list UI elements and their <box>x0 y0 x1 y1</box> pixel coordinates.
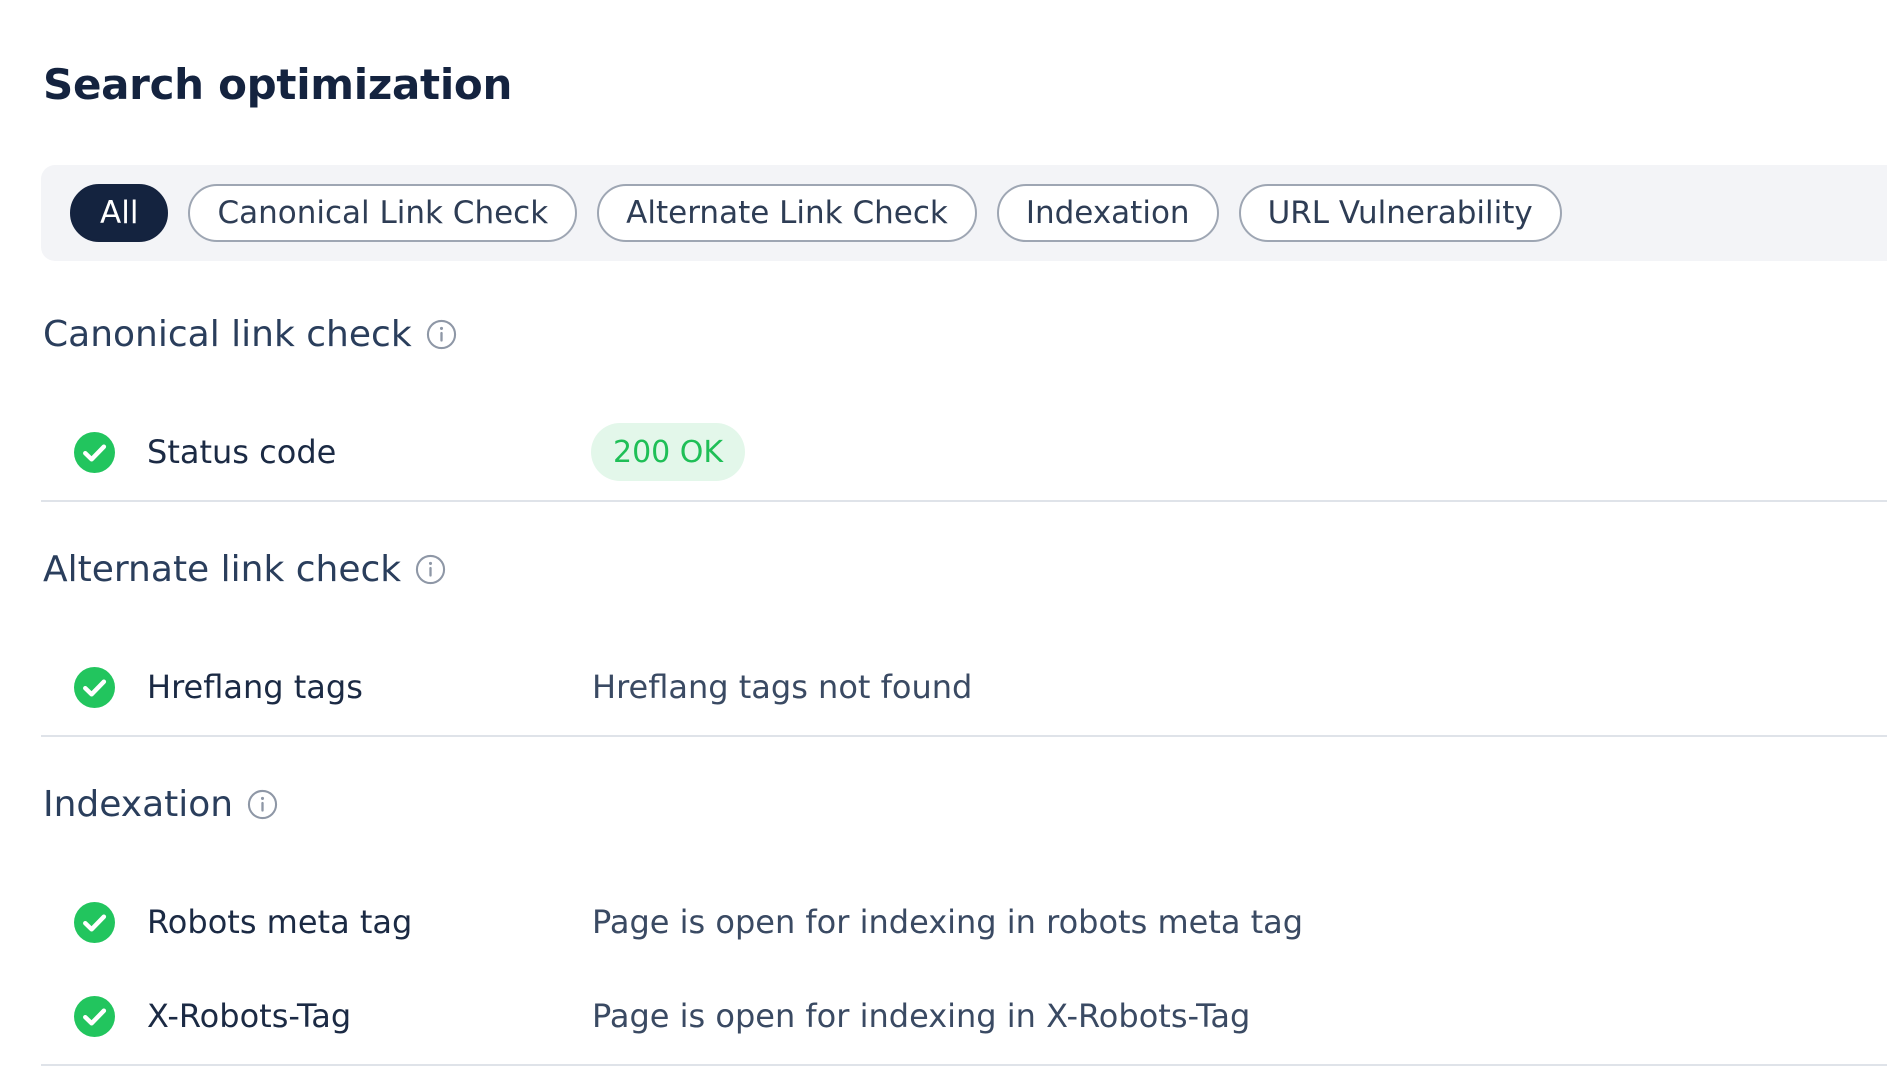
check-circle-icon <box>74 666 115 708</box>
filter-bar: All Canonical Link Check Alternate Link … <box>41 165 1887 261</box>
check-row-x-robots-tag: X-Robots-Tag Page is open for indexing i… <box>41 968 1887 1066</box>
section-heading-alternate: Alternate link check <box>43 549 446 590</box>
check-row-hreflang-tags: Hreflang tags Hreflang tags not found <box>41 639 1887 737</box>
filter-all[interactable]: All <box>70 184 169 242</box>
info-icon[interactable] <box>247 789 278 820</box>
filter-canonical-link-check[interactable]: Canonical Link Check <box>188 184 578 242</box>
check-label: Status code <box>147 433 337 471</box>
filter-alternate-link-check[interactable]: Alternate Link Check <box>597 184 977 242</box>
check-circle-icon <box>74 995 115 1037</box>
section-heading-label: Canonical link check <box>43 314 412 355</box>
status-badge: 200 OK <box>591 423 746 481</box>
check-circle-icon <box>74 431 115 473</box>
filter-url-vulnerability[interactable]: URL Vulnerability <box>1238 184 1562 242</box>
section-heading-label: Indexation <box>43 784 234 825</box>
check-row-robots-meta-tag: Robots meta tag Page is open for indexin… <box>41 874 1887 970</box>
info-icon[interactable] <box>426 319 457 350</box>
check-circle-icon <box>74 901 115 943</box>
check-label: Hreflang tags <box>147 668 363 706</box>
check-value: Hreflang tags not found <box>592 668 973 706</box>
section-heading-indexation: Indexation <box>43 784 278 825</box>
page-title: Search optimization <box>43 60 513 109</box>
check-value: Page is open for indexing in robots meta… <box>592 903 1304 941</box>
check-value: Page is open for indexing in X-Robots-Ta… <box>592 997 1251 1035</box>
section-heading-label: Alternate link check <box>43 549 402 590</box>
check-label: X-Robots-Tag <box>147 997 352 1035</box>
check-row-status-code: Status code 200 OK <box>41 404 1887 502</box>
section-heading-canonical: Canonical link check <box>43 314 457 355</box>
info-icon[interactable] <box>415 554 446 585</box>
filter-indexation[interactable]: Indexation <box>996 184 1219 242</box>
check-label: Robots meta tag <box>147 903 413 941</box>
